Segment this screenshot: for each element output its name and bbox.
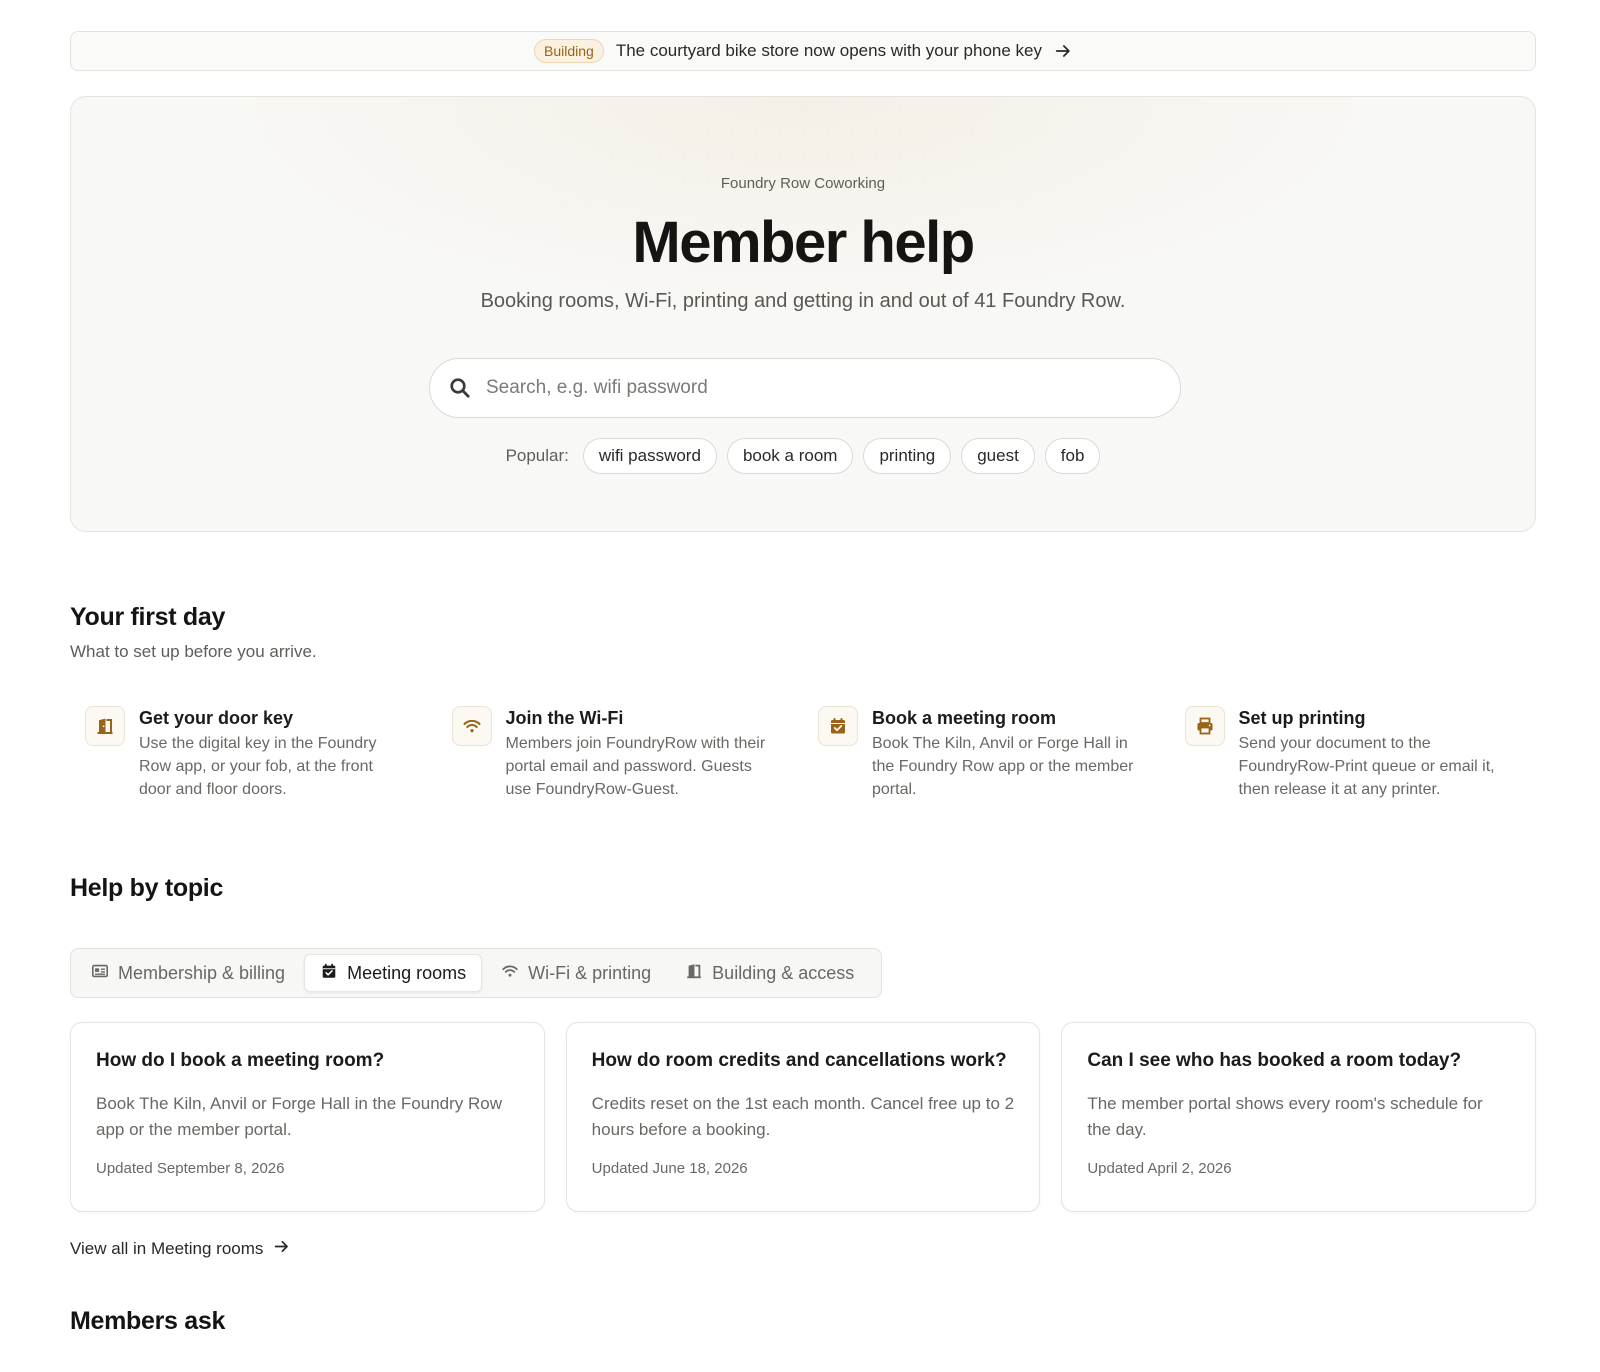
first-day-item-title: Set up printing (1238, 708, 1366, 728)
hero-eyebrow: Foundry Row Coworking (720, 175, 886, 192)
article-summary: Credits reset on the 1st each month. Can… (591, 1094, 1015, 1139)
calendar-check-icon (320, 962, 338, 985)
article-card[interactable]: How do I book a meeting room? Book The K… (70, 1022, 545, 1212)
tab-wifi-printing[interactable]: Wi-Fi & printing (486, 954, 666, 992)
id-card-icon (91, 962, 109, 985)
wifi-icon (451, 706, 492, 746)
tab-membership-billing[interactable]: Membership & billing (76, 954, 300, 992)
article-card[interactable]: How do room credits and cancellations wo… (565, 1022, 1041, 1212)
article-updated: Updated September 8, 2026 (96, 1160, 285, 1177)
article-updated: Updated April 2, 2026 (1087, 1160, 1232, 1177)
first-day-list: Get your door key Use the digital key in… (70, 706, 1536, 816)
tab-label: Building & access (712, 962, 855, 983)
door-icon (85, 706, 125, 746)
topic-tabs: Membership & billing Meeting rooms Wi-Fi… (70, 948, 882, 998)
first-day-item-text: Members join FoundryRow with their porta… (505, 735, 766, 798)
first-day-item-text: Book The Kiln, Anvil or Forge Hall in th… (872, 735, 1134, 798)
tab-label: Membership & billing (118, 962, 286, 983)
first-day-item-text: Send your document to the FoundryRow-Pri… (1238, 735, 1495, 798)
help-by-topic-heading: Help by topic (70, 874, 224, 902)
page-title: Member help (632, 210, 975, 275)
popular-chip-guest[interactable]: guest (961, 438, 1035, 474)
tab-building-access[interactable]: Building & access (670, 954, 869, 992)
popular-chip-fob[interactable]: fob (1044, 438, 1101, 474)
door-icon (685, 962, 703, 985)
article-title[interactable]: How do I book a meeting room? (96, 1049, 519, 1073)
announcement-text[interactable]: The courtyard bike store now opens with … (616, 41, 1042, 61)
article-summary: Book The Kiln, Anvil or Forge Hall in th… (96, 1094, 502, 1139)
tab-label: Meeting rooms (347, 962, 467, 983)
arrow-right-icon[interactable] (1054, 42, 1072, 60)
search-icon (448, 376, 472, 400)
first-day-item-text: Use the digital key in the Foundry Row a… (139, 735, 377, 798)
first-day-heading: Your first day (70, 603, 226, 631)
article-title[interactable]: How do room credits and cancellations wo… (592, 1049, 1015, 1073)
first-day-item-meeting-room[interactable]: Book a meeting room Book The Kiln, Anvil… (803, 706, 1170, 816)
article-summary: The member portal shows every room's sch… (1087, 1094, 1483, 1139)
article-title[interactable]: Can I see who has booked a room today? (1087, 1049, 1510, 1073)
search-bar[interactable] (429, 358, 1181, 418)
hero-panel: Foundry Row Coworking Member help Bookin… (70, 96, 1536, 532)
first-day-subtitle: What to set up before you arrive. (70, 642, 317, 661)
calendar-check-icon (818, 706, 858, 746)
popular-chip-wifi-password[interactable]: wifi password (582, 438, 717, 474)
tab-label: Wi-Fi & printing (528, 962, 652, 983)
popular-searches: Popular: wifi password book a room print… (71, 438, 1535, 474)
view-all-link[interactable]: View all in Meeting rooms (70, 1238, 290, 1260)
popular-label: Popular: (505, 446, 569, 465)
first-day-item-title: Join the Wi-Fi (505, 708, 624, 728)
arrow-right-icon (273, 1238, 290, 1260)
wifi-icon (501, 962, 519, 985)
popular-chip-book-a-room[interactable]: book a room (726, 438, 854, 474)
announcement-badge: Building (533, 39, 604, 63)
view-all-label: View all in Meeting rooms (70, 1239, 264, 1258)
first-day-item-wifi[interactable]: Join the Wi-Fi Members join FoundryRow w… (437, 706, 804, 816)
first-day-item-title: Get your door key (139, 708, 294, 728)
members-ask-heading: Members ask (70, 1307, 226, 1335)
hero-subtitle: Booking rooms, Wi-Fi, printing and getti… (480, 290, 1126, 312)
article-updated: Updated June 18, 2026 (591, 1160, 748, 1177)
printer-icon (1184, 706, 1225, 746)
search-input[interactable] (486, 377, 1126, 399)
announcement-bar[interactable]: Building The courtyard bike store now op… (70, 31, 1536, 71)
tab-meeting-rooms[interactable]: Meeting rooms (304, 954, 483, 992)
popular-chip-printing[interactable]: printing (863, 438, 952, 474)
first-day-item-printing[interactable]: Set up printing Send your document to th… (1170, 706, 1537, 816)
first-day-item-title: Book a meeting room (872, 708, 1057, 728)
first-day-item-door-key[interactable]: Get your door key Use the digital key in… (70, 706, 437, 816)
article-cards: How do I book a meeting room? Book The K… (70, 1022, 1537, 1212)
article-card[interactable]: Can I see who has booked a room today? T… (1061, 1022, 1537, 1212)
